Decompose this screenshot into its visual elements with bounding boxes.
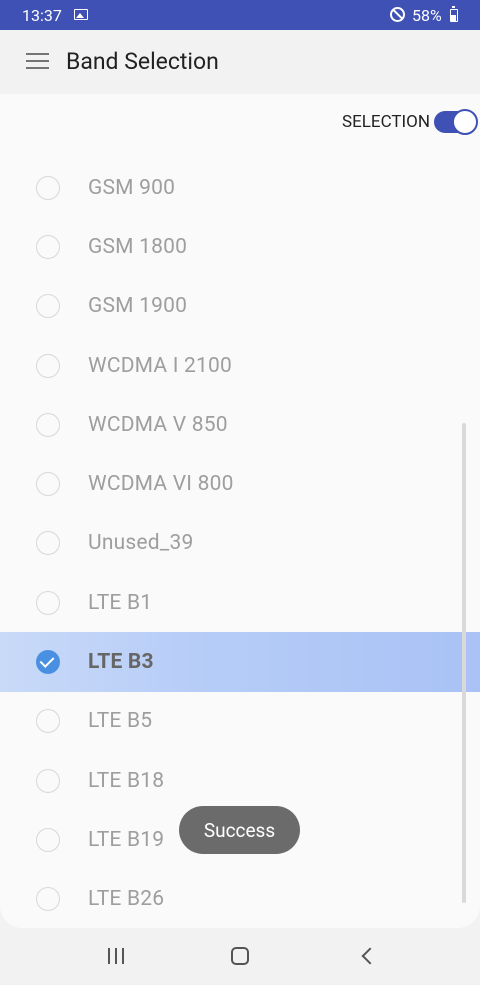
band-label: WCDMA VI 800 bbox=[88, 472, 234, 497]
radio-icon[interactable] bbox=[36, 531, 60, 556]
band-label: WCDMA I 2100 bbox=[88, 353, 233, 378]
menu-icon[interactable] bbox=[26, 53, 49, 69]
band-label: GSM 1800 bbox=[88, 234, 188, 259]
check-circle-icon[interactable] bbox=[36, 650, 60, 675]
back-icon[interactable] bbox=[361, 947, 379, 965]
radio-icon[interactable] bbox=[36, 709, 60, 734]
radio-icon[interactable] bbox=[36, 234, 60, 259]
band-row-gsm-1900[interactable]: GSM 1900 bbox=[0, 277, 480, 336]
band-row-wcdma-i-2100[interactable]: WCDMA I 2100 bbox=[0, 336, 480, 395]
band-label: LTE B26 bbox=[88, 887, 165, 912]
gallery-icon bbox=[74, 9, 88, 20]
band-row-wcdma-vi-800[interactable]: WCDMA VI 800 bbox=[0, 454, 480, 513]
status-time: 13:37 bbox=[22, 6, 62, 25]
band-card: SELECTION GSM 900 GSM 1800 GSM 1900 WCDM… bbox=[0, 94, 480, 928]
scrollbar[interactable] bbox=[462, 423, 466, 903]
radio-icon[interactable] bbox=[36, 590, 60, 615]
page-title: Band Selection bbox=[66, 48, 219, 75]
radio-icon[interactable] bbox=[36, 768, 60, 793]
battery-icon bbox=[450, 6, 458, 22]
band-row-gsm-1800[interactable]: GSM 1800 bbox=[0, 217, 480, 276]
battery-percentage: 58% bbox=[412, 6, 442, 25]
radio-icon[interactable] bbox=[36, 887, 60, 912]
band-row-lte-b26[interactable]: LTE B26 bbox=[0, 870, 480, 928]
band-row-lte-b18[interactable]: LTE B18 bbox=[0, 751, 480, 810]
radio-icon[interactable] bbox=[36, 827, 60, 852]
radio-icon[interactable] bbox=[36, 175, 60, 200]
band-label: GSM 1900 bbox=[88, 294, 188, 319]
app-bar: Band Selection bbox=[0, 30, 480, 94]
band-label: GSM 900 bbox=[88, 175, 176, 200]
band-row-lte-b1[interactable]: LTE B1 bbox=[0, 573, 480, 632]
status-bar: 13:37 58% bbox=[0, 0, 480, 30]
recents-icon[interactable] bbox=[108, 948, 124, 964]
radio-icon[interactable] bbox=[36, 294, 60, 319]
band-row-lte-b3[interactable]: LTE B3 bbox=[0, 632, 480, 692]
selection-row: SELECTION bbox=[342, 109, 478, 135]
home-icon[interactable] bbox=[231, 947, 249, 965]
do-not-disturb-icon bbox=[390, 7, 405, 22]
band-row-wcdma-v-850[interactable]: WCDMA V 850 bbox=[0, 395, 480, 454]
band-label: LTE B5 bbox=[88, 709, 153, 734]
radio-icon[interactable] bbox=[36, 472, 60, 497]
band-label: LTE B3 bbox=[88, 650, 154, 675]
navigation-bar bbox=[0, 928, 480, 985]
radio-icon[interactable] bbox=[36, 412, 60, 437]
band-label: LTE B19 bbox=[88, 827, 165, 852]
selection-toggle[interactable] bbox=[434, 109, 478, 135]
radio-icon[interactable] bbox=[36, 353, 60, 378]
band-row-gsm-900[interactable]: GSM 900 bbox=[0, 158, 480, 217]
toggle-thumb bbox=[452, 109, 478, 135]
band-label: Unused_39 bbox=[88, 531, 194, 556]
band-label: LTE B18 bbox=[88, 768, 165, 793]
band-label: LTE B1 bbox=[88, 590, 153, 615]
band-row-lte-b5[interactable]: LTE B5 bbox=[0, 692, 480, 751]
band-label: WCDMA V 850 bbox=[88, 412, 228, 437]
selection-label: SELECTION bbox=[342, 112, 430, 132]
band-row-unused-39[interactable]: Unused_39 bbox=[0, 514, 480, 573]
toast-message: Success bbox=[179, 806, 300, 854]
